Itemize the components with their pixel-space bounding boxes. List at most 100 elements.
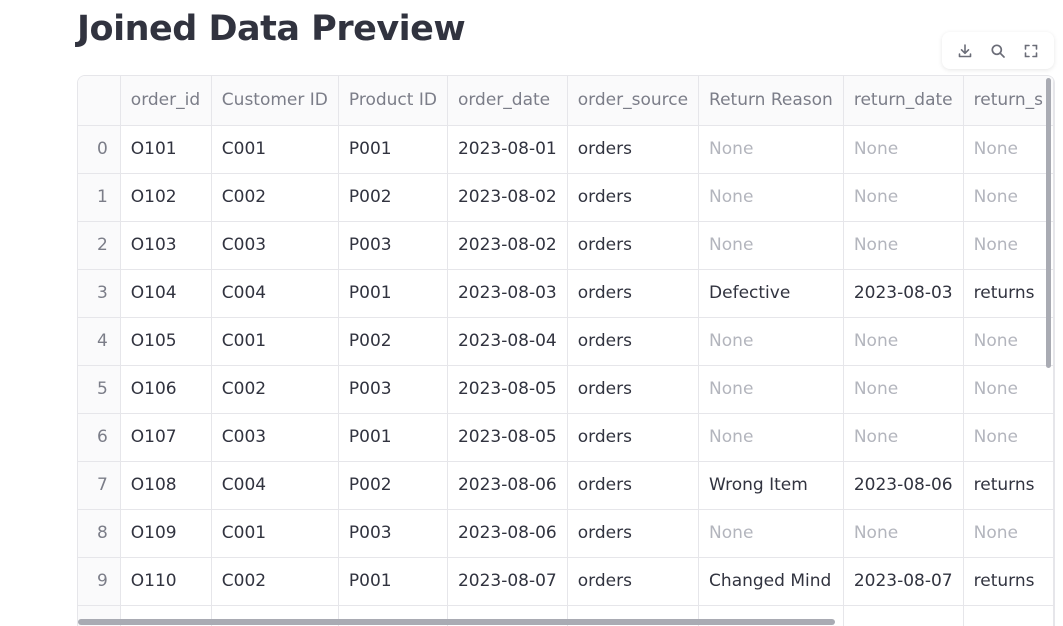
table-cell[interactable]: orders bbox=[567, 173, 700, 222]
data-grid[interactable]: order_id Customer ID Product ID order_date o… bbox=[77, 75, 1055, 626]
table-cell[interactable]: O108 bbox=[120, 461, 212, 510]
column-header[interactable]: order_date bbox=[447, 76, 568, 126]
table-cell[interactable]: orders bbox=[567, 221, 700, 270]
column-header[interactable]: return_date bbox=[843, 76, 964, 126]
column-header[interactable]: return_s bbox=[963, 76, 1054, 126]
table-cell[interactable]: O103 bbox=[120, 221, 212, 270]
column-header-index[interactable] bbox=[78, 76, 121, 126]
table-cell[interactable]: 2023-08-07 bbox=[447, 557, 568, 606]
page-title: Joined Data Preview bbox=[77, 9, 466, 49]
table-cell[interactable]: None bbox=[843, 413, 964, 462]
table-cell[interactable]: C004 bbox=[211, 461, 339, 510]
table-cell[interactable]: C004 bbox=[211, 269, 339, 318]
table-cell[interactable]: None bbox=[963, 509, 1054, 558]
table-cell[interactable]: returns bbox=[963, 461, 1054, 510]
table-cell[interactable] bbox=[843, 605, 964, 626]
table-cell[interactable]: None bbox=[843, 509, 964, 558]
table-cell[interactable]: P002 bbox=[338, 317, 448, 366]
table-cell[interactable]: 2023-08-06 bbox=[447, 461, 568, 510]
table-cell[interactable]: Wrong Item bbox=[698, 461, 844, 510]
table-cell[interactable]: Changed Mind bbox=[698, 557, 844, 606]
table-row: 2 O103 C003 P003 2023-08-02 orders None None Non… bbox=[78, 221, 1054, 270]
table-cell[interactable]: 2023-08-07 bbox=[843, 557, 964, 606]
table-cell[interactable]: C003 bbox=[211, 413, 339, 462]
table-cell[interactable]: orders bbox=[567, 557, 700, 606]
table-cell[interactable]: C002 bbox=[211, 173, 339, 222]
table-cell[interactable]: returns bbox=[963, 269, 1054, 318]
table-cell[interactable] bbox=[963, 605, 1054, 626]
table-cell[interactable]: None bbox=[698, 413, 844, 462]
table-cell[interactable]: P003 bbox=[338, 509, 448, 558]
table-cell[interactable]: None bbox=[843, 317, 964, 366]
table-cell[interactable]: returns bbox=[963, 557, 1054, 606]
table-cell[interactable]: P001 bbox=[338, 125, 448, 174]
table-cell[interactable]: 2023-08-06 bbox=[447, 509, 568, 558]
search-button[interactable] bbox=[987, 40, 1009, 62]
table-cell[interactable]: 2023-08-03 bbox=[447, 269, 568, 318]
table-cell[interactable]: 2023-08-02 bbox=[447, 173, 568, 222]
table-cell[interactable]: orders bbox=[567, 461, 700, 510]
table-cell[interactable]: orders bbox=[567, 509, 700, 558]
column-header[interactable]: Product ID bbox=[338, 76, 448, 126]
table-cell[interactable]: None bbox=[698, 125, 844, 174]
table-cell[interactable]: None bbox=[963, 317, 1054, 366]
table-cell[interactable]: P003 bbox=[338, 365, 448, 414]
table-cell[interactable]: orders bbox=[567, 317, 700, 366]
table-cell[interactable]: None bbox=[698, 365, 844, 414]
table-cell[interactable]: O107 bbox=[120, 413, 212, 462]
table-cell[interactable]: P001 bbox=[338, 413, 448, 462]
table-cell[interactable]: P001 bbox=[338, 269, 448, 318]
table-cell[interactable]: None bbox=[698, 221, 844, 270]
table-cell[interactable]: None bbox=[963, 365, 1054, 414]
table-cell[interactable]: orders bbox=[567, 413, 700, 462]
table-cell[interactable]: C001 bbox=[211, 317, 339, 366]
table-cell[interactable]: None bbox=[963, 413, 1054, 462]
table-cell[interactable]: None bbox=[843, 173, 964, 222]
table-cell[interactable]: P001 bbox=[338, 557, 448, 606]
table-cell[interactable]: 2023-08-01 bbox=[447, 125, 568, 174]
table-cell[interactable]: 2023-08-04 bbox=[447, 317, 568, 366]
table-cell[interactable]: 2023-08-02 bbox=[447, 221, 568, 270]
table-cell[interactable]: 2023-08-05 bbox=[447, 365, 568, 414]
table-cell[interactable]: C001 bbox=[211, 509, 339, 558]
table-cell[interactable]: None bbox=[963, 221, 1054, 270]
table-cell[interactable]: O105 bbox=[120, 317, 212, 366]
table-cell[interactable]: C003 bbox=[211, 221, 339, 270]
table-cell[interactable]: None bbox=[963, 173, 1054, 222]
table-cell[interactable]: O106 bbox=[120, 365, 212, 414]
table-cell[interactable]: Defective bbox=[698, 269, 844, 318]
table-cell[interactable]: None bbox=[843, 221, 964, 270]
table-cell[interactable]: C002 bbox=[211, 557, 339, 606]
table-cell[interactable]: orders bbox=[567, 269, 700, 318]
table-cell[interactable]: O109 bbox=[120, 509, 212, 558]
table-cell[interactable]: None bbox=[698, 317, 844, 366]
column-header[interactable]: order_source bbox=[567, 76, 700, 126]
table-cell[interactable]: C001 bbox=[211, 125, 339, 174]
column-header[interactable]: Return Reason bbox=[698, 76, 844, 126]
table-cell[interactable]: 2023-08-05 bbox=[447, 413, 568, 462]
table-cell[interactable]: P003 bbox=[338, 221, 448, 270]
table-cell[interactable]: 2023-08-03 bbox=[843, 269, 964, 318]
table-cell[interactable]: O104 bbox=[120, 269, 212, 318]
table-cell[interactable]: O110 bbox=[120, 557, 212, 606]
table-cell[interactable]: None bbox=[963, 125, 1054, 174]
table-cell[interactable]: orders bbox=[567, 365, 700, 414]
table-cell[interactable]: C002 bbox=[211, 365, 339, 414]
table-cell[interactable]: P002 bbox=[338, 173, 448, 222]
table-cell[interactable]: None bbox=[698, 509, 844, 558]
column-header[interactable]: Customer ID bbox=[211, 76, 339, 126]
table-cell[interactable]: O102 bbox=[120, 173, 212, 222]
table-cell[interactable]: None bbox=[843, 365, 964, 414]
table-row: 3 O104 C004 P001 2023-08-03 orders Defective 20… bbox=[78, 269, 1054, 318]
table-cell[interactable]: None bbox=[843, 125, 964, 174]
table-cell[interactable]: orders bbox=[567, 125, 700, 174]
table-cell[interactable]: P002 bbox=[338, 461, 448, 510]
column-header[interactable]: order_id bbox=[120, 76, 212, 126]
horizontal-scrollbar[interactable] bbox=[78, 619, 835, 625]
download-button[interactable] bbox=[954, 40, 976, 62]
table-cell[interactable]: O101 bbox=[120, 125, 212, 174]
table-cell[interactable]: None bbox=[698, 173, 844, 222]
vertical-scrollbar[interactable] bbox=[1046, 78, 1051, 368]
table-cell[interactable]: 2023-08-06 bbox=[843, 461, 964, 510]
fullscreen-button[interactable] bbox=[1020, 40, 1042, 62]
